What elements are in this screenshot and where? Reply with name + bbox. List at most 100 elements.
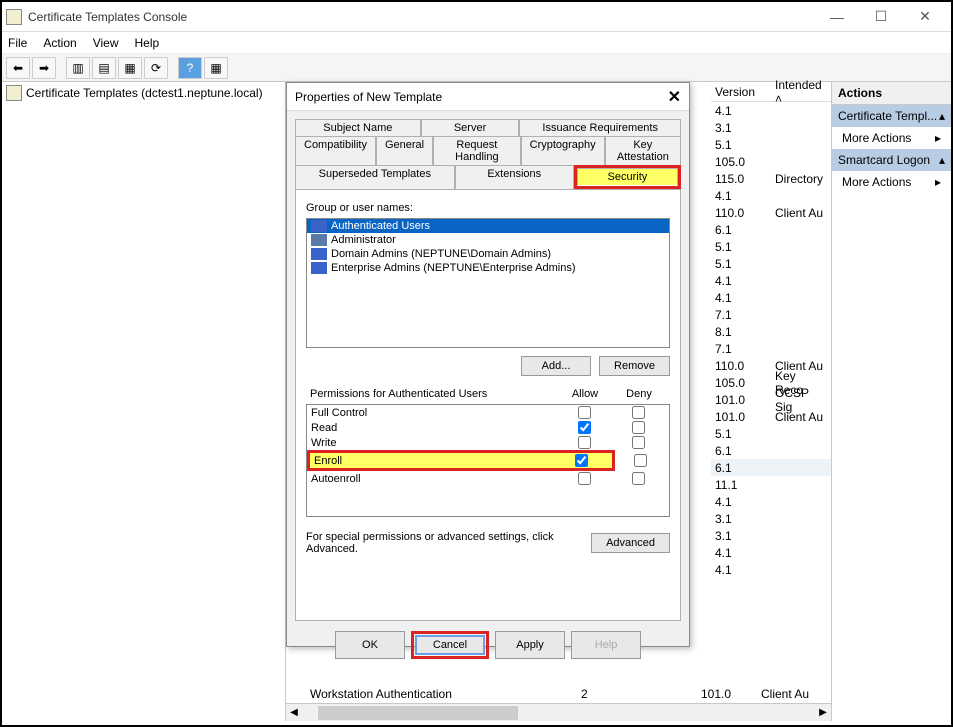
scroll-thumb[interactable] [318,706,518,720]
tab-superseded-templates[interactable]: Superseded Templates [295,165,455,189]
allow-read[interactable] [578,421,591,434]
table-row[interactable]: 101.0OCSP Sig [711,391,831,408]
table-row[interactable]: 101.0Client Au [711,408,831,425]
user-administrator[interactable]: Administrator [307,233,669,247]
table-row[interactable]: 4.1 [711,544,831,561]
tree-root[interactable]: Certificate Templates (dctest1.neptune.l… [4,84,283,102]
actions-group-templates[interactable]: Certificate Templ...▴ [832,105,951,127]
tab-security[interactable]: Security [577,168,678,186]
table-row[interactable]: 4.1 [711,289,831,306]
actions-group-smartcard[interactable]: Smartcard Logon▴ [832,149,951,171]
table-row[interactable]: 5.1 [711,136,831,153]
table-row[interactable]: 110.0Client Au [711,204,831,221]
table-row[interactable]: 7.1 [711,306,831,323]
pane-toggle-button[interactable]: ▦ [204,57,228,79]
advanced-button[interactable]: Advanced [591,533,670,553]
dialog-title: Properties of New Template [295,90,442,104]
user-enterprise-admins[interactable]: Enterprise Admins (NEPTUNE\Enterprise Ad… [307,261,669,275]
group-label: Group or user names: [306,202,670,214]
advanced-text: For special permissions or advanced sett… [306,531,581,555]
dialog-close-button[interactable]: ✕ [668,87,681,107]
scroll-left-icon[interactable]: ◀ [286,707,302,718]
scroll-right-icon[interactable]: ▶ [815,707,831,718]
deny-enroll[interactable] [634,454,647,467]
table-row[interactable]: 4.1 [711,187,831,204]
table-row[interactable]: 7.1 [711,340,831,357]
allow-full-control[interactable] [578,406,591,419]
menu-help[interactable]: Help [135,36,160,50]
cancel-button[interactable]: Cancel [415,635,485,655]
menu-view[interactable]: View [93,36,119,50]
more-actions-2[interactable]: More Actions▸ [832,171,951,193]
cell-version: 6.1 [711,223,771,237]
forward-button[interactable]: ➡ [32,57,56,79]
tab-issuance-requirements[interactable]: Issuance Requirements [519,119,681,136]
show-hide-tree-button[interactable]: ▥ [66,57,90,79]
cell-version: 115.0 [711,172,771,186]
refresh-button[interactable]: ⟳ [144,57,168,79]
table-row[interactable]: 6.1 [711,459,831,476]
table-row[interactable]: 5.1 [711,425,831,442]
tab-extensions[interactable]: Extensions [455,165,574,189]
menu-action[interactable]: Action [43,36,76,50]
table-row[interactable]: 3.1 [711,510,831,527]
tab-request-handling[interactable]: Request Handling [433,136,521,165]
cell-version: 11.1 [711,478,771,492]
tab-key-attestation[interactable]: Key Attestation [605,136,681,165]
help-button[interactable]: ? [178,57,202,79]
horizontal-scrollbar[interactable]: ◀ ▶ [286,703,831,721]
table-row[interactable]: 8.1 [711,323,831,340]
column-version[interactable]: Version [711,85,771,99]
table-row[interactable]: 4.1 [711,102,831,119]
table-row[interactable]: 105.0 [711,153,831,170]
cell-version: 6.1 [711,461,771,475]
apply-button[interactable]: Apply [495,631,565,659]
tab-cryptography[interactable]: Cryptography [521,136,605,165]
deny-full-control[interactable] [632,406,645,419]
menu-file[interactable]: File [8,36,27,50]
table-row[interactable]: 5.1 [711,255,831,272]
template-icon [6,85,22,101]
table-row[interactable]: 5.1 [711,238,831,255]
cell-version: 5.1 [711,240,771,254]
remove-button[interactable]: Remove [599,356,670,376]
table-row[interactable]: 11.1 [711,476,831,493]
minimize-button[interactable]: — [815,3,859,31]
user-domain-admins[interactable]: Domain Admins (NEPTUNE\Domain Admins) [307,247,669,261]
export-button[interactable]: ▦ [118,57,142,79]
deny-read[interactable] [632,421,645,434]
center-pane: Version Intended ˄ 4.13.15.1105.0115.0Di… [286,82,831,721]
add-button[interactable]: Add... [521,356,591,376]
properties-button[interactable]: ▤ [92,57,116,79]
table-row[interactable]: 6.1 [711,442,831,459]
table-row[interactable]: 3.1 [711,119,831,136]
user-icon [311,234,327,246]
row-name[interactable]: Workstation Authentication [306,687,581,701]
user-authenticated[interactable]: Authenticated Users [307,219,669,233]
more-actions-1[interactable]: More Actions▸ [832,127,951,149]
maximize-button[interactable]: ☐ [859,3,903,31]
table-row[interactable]: 3.1 [711,527,831,544]
table-row[interactable]: 4.1 [711,493,831,510]
allow-enroll[interactable] [575,454,588,467]
back-button[interactable]: ⬅ [6,57,30,79]
table-row[interactable]: 6.1 [711,221,831,238]
ok-button[interactable]: OK [335,631,405,659]
allow-autoenroll[interactable] [578,472,591,485]
allow-write[interactable] [578,436,591,449]
tab-subject-name[interactable]: Subject Name [295,119,421,136]
table-row[interactable]: 4.1 [711,272,831,289]
tab-server[interactable]: Server [421,119,520,136]
table-row[interactable]: 115.0Directory [711,170,831,187]
deny-autoenroll[interactable] [632,472,645,485]
tab-general[interactable]: General [376,136,433,165]
user-list[interactable]: Authenticated Users Administrator Domain… [306,218,670,348]
properties-dialog: Properties of New Template ✕ Subject Nam… [286,82,690,647]
close-button[interactable]: ✕ [903,3,947,31]
help-button[interactable]: Help [571,631,641,659]
dialog-titlebar: Properties of New Template ✕ [287,83,689,111]
cell-version: 4.1 [711,495,771,509]
deny-write[interactable] [632,436,645,449]
tab-compatibility[interactable]: Compatibility [295,136,376,165]
table-row[interactable]: 4.1 [711,561,831,578]
